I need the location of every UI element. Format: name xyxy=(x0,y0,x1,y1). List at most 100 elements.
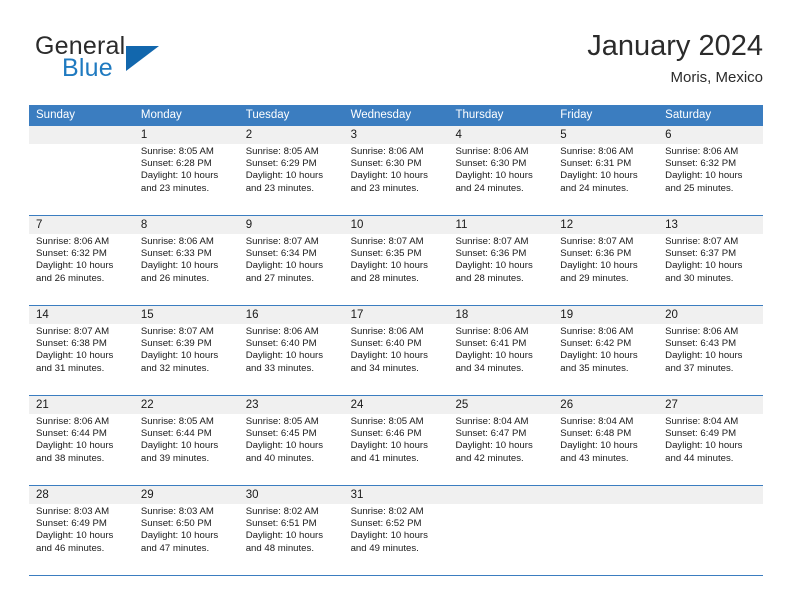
day-cell[interactable]: Sunrise: 8:06 AM Sunset: 6:30 PM Dayligh… xyxy=(344,144,449,215)
day-cell[interactable]: Sunrise: 8:06 AM Sunset: 6:32 PM Dayligh… xyxy=(29,234,134,305)
page-subtitle: Moris, Mexico xyxy=(670,69,763,86)
day-number[interactable] xyxy=(29,126,134,144)
sunrise-text: Sunrise: 8:07 AM xyxy=(140,326,214,337)
day-number[interactable]: 23 xyxy=(239,396,344,414)
daylight-text-line2: and 28 minutes. xyxy=(350,272,419,284)
sunset-text: Sunset: 6:34 PM xyxy=(245,248,317,260)
daylight-text-line1: Daylight: 10 hours xyxy=(245,260,324,272)
day-cell[interactable]: Sunrise: 8:07 AM Sunset: 6:36 PM Dayligh… xyxy=(553,234,658,305)
day-cell[interactable] xyxy=(448,504,553,575)
day-cell[interactable]: Sunrise: 8:05 AM Sunset: 6:46 PM Dayligh… xyxy=(344,414,449,485)
weekday-header-wednesday: Wednesday xyxy=(350,109,412,121)
week-row: 7 8 9 10 11 12 13 Sunrise: 8:06 AM Sunse… xyxy=(29,216,763,306)
day-cell[interactable]: Sunrise: 8:06 AM Sunset: 6:30 PM Dayligh… xyxy=(448,144,553,215)
day-number[interactable]: 8 xyxy=(134,216,239,234)
day-number[interactable]: 3 xyxy=(344,126,449,144)
title-block: January 2024 Moris, Mexico xyxy=(587,28,763,89)
day-cell[interactable]: Sunrise: 8:07 AM Sunset: 6:39 PM Dayligh… xyxy=(134,324,239,395)
day-cell[interactable]: Sunrise: 8:07 AM Sunset: 6:34 PM Dayligh… xyxy=(239,234,344,305)
day-number[interactable]: 17 xyxy=(344,306,449,324)
day-number[interactable]: 30 xyxy=(239,486,344,504)
day-number[interactable]: 26 xyxy=(553,396,658,414)
day-cell[interactable] xyxy=(29,144,134,215)
day-cell[interactable]: Sunrise: 8:05 AM Sunset: 6:29 PM Dayligh… xyxy=(239,144,344,215)
day-cell[interactable]: Sunrise: 8:06 AM Sunset: 6:32 PM Dayligh… xyxy=(658,144,763,215)
day-cell[interactable]: Sunrise: 8:04 AM Sunset: 6:49 PM Dayligh… xyxy=(658,414,763,485)
day-number[interactable]: 15 xyxy=(134,306,239,324)
day-number[interactable]: 19 xyxy=(553,306,658,324)
day-cell[interactable]: Sunrise: 8:03 AM Sunset: 6:50 PM Dayligh… xyxy=(134,504,239,575)
day-number[interactable]: 24 xyxy=(344,396,449,414)
day-cell[interactable]: Sunrise: 8:04 AM Sunset: 6:47 PM Dayligh… xyxy=(448,414,553,485)
day-cell[interactable]: Sunrise: 8:06 AM Sunset: 6:31 PM Dayligh… xyxy=(553,144,658,215)
day-number[interactable]: 27 xyxy=(658,396,763,414)
day-cell[interactable]: Sunrise: 8:06 AM Sunset: 6:40 PM Dayligh… xyxy=(344,324,449,395)
daylight-text-line2: and 46 minutes. xyxy=(36,542,105,554)
day-number[interactable]: 1 xyxy=(134,126,239,144)
day-cell[interactable] xyxy=(553,504,658,575)
daylight-text-line1: Daylight: 10 hours xyxy=(560,350,638,362)
sunset-text: Sunset: 6:41 PM xyxy=(455,338,527,350)
daylight-text-line1: Daylight: 10 hours xyxy=(140,350,219,362)
day-number[interactable]: 31 xyxy=(344,486,449,504)
day-cell[interactable]: Sunrise: 8:02 AM Sunset: 6:52 PM Dayligh… xyxy=(344,504,449,575)
sunrise-text: Sunrise: 8:04 AM xyxy=(560,416,634,427)
daylight-text-line1: Daylight: 10 hours xyxy=(455,260,533,272)
day-number[interactable]: 29 xyxy=(134,486,239,504)
day-cell[interactable]: Sunrise: 8:02 AM Sunset: 6:51 PM Dayligh… xyxy=(239,504,344,575)
sunrise-text: Sunrise: 8:05 AM xyxy=(245,146,319,157)
daylight-text-line2: and 34 minutes. xyxy=(455,362,524,374)
sunrise-text: Sunrise: 8:04 AM xyxy=(455,416,529,427)
day-cell[interactable] xyxy=(658,504,763,575)
day-number[interactable]: 21 xyxy=(29,396,134,414)
day-number[interactable]: 7 xyxy=(29,216,134,234)
day-number[interactable]: 18 xyxy=(448,306,553,324)
day-number[interactable]: 12 xyxy=(553,216,658,234)
sunset-text: Sunset: 6:36 PM xyxy=(455,248,527,260)
day-cell[interactable]: Sunrise: 8:03 AM Sunset: 6:49 PM Dayligh… xyxy=(29,504,134,575)
day-cell[interactable]: Sunrise: 8:07 AM Sunset: 6:35 PM Dayligh… xyxy=(344,234,449,305)
daylight-text-line2: and 24 minutes. xyxy=(560,182,629,194)
day-cell[interactable]: Sunrise: 8:05 AM Sunset: 6:28 PM Dayligh… xyxy=(134,144,239,215)
daylight-text-line2: and 47 minutes. xyxy=(140,542,210,554)
day-cell[interactable]: Sunrise: 8:06 AM Sunset: 6:42 PM Dayligh… xyxy=(553,324,658,395)
day-number[interactable]: 2 xyxy=(239,126,344,144)
day-cell[interactable]: Sunrise: 8:06 AM Sunset: 6:43 PM Dayligh… xyxy=(658,324,763,395)
sunset-text: Sunset: 6:31 PM xyxy=(560,158,632,170)
daylight-text-line1: Daylight: 10 hours xyxy=(245,440,324,452)
day-number[interactable]: 11 xyxy=(448,216,553,234)
day-number[interactable]: 6 xyxy=(658,126,763,144)
day-number[interactable]: 5 xyxy=(553,126,658,144)
day-cell[interactable]: Sunrise: 8:05 AM Sunset: 6:44 PM Dayligh… xyxy=(134,414,239,485)
daylight-text-line2: and 33 minutes. xyxy=(245,362,314,374)
day-number[interactable]: 4 xyxy=(448,126,553,144)
daylight-text-line2: and 39 minutes. xyxy=(140,452,210,464)
day-number[interactable]: 20 xyxy=(658,306,763,324)
day-cell[interactable]: Sunrise: 8:06 AM Sunset: 6:41 PM Dayligh… xyxy=(448,324,553,395)
day-cell[interactable]: Sunrise: 8:06 AM Sunset: 6:33 PM Dayligh… xyxy=(134,234,239,305)
day-cell[interactable]: Sunrise: 8:05 AM Sunset: 6:45 PM Dayligh… xyxy=(239,414,344,485)
day-number[interactable]: 10 xyxy=(344,216,449,234)
sunset-text: Sunset: 6:50 PM xyxy=(140,518,212,530)
day-number[interactable]: 22 xyxy=(134,396,239,414)
day-number[interactable]: 25 xyxy=(448,396,553,414)
day-cell[interactable]: Sunrise: 8:06 AM Sunset: 6:40 PM Dayligh… xyxy=(239,324,344,395)
day-cell[interactable]: Sunrise: 8:04 AM Sunset: 6:48 PM Dayligh… xyxy=(553,414,658,485)
day-cell[interactable]: Sunrise: 8:07 AM Sunset: 6:36 PM Dayligh… xyxy=(448,234,553,305)
day-cell[interactable]: Sunrise: 8:06 AM Sunset: 6:44 PM Dayligh… xyxy=(29,414,134,485)
day-number[interactable]: 14 xyxy=(29,306,134,324)
day-number[interactable]: 28 xyxy=(29,486,134,504)
day-number[interactable]: 13 xyxy=(658,216,763,234)
day-cell[interactable]: Sunrise: 8:07 AM Sunset: 6:37 PM Dayligh… xyxy=(658,234,763,305)
day-number[interactable]: 9 xyxy=(239,216,344,234)
daylight-text-line2: and 26 minutes. xyxy=(36,272,105,284)
sunrise-text: Sunrise: 8:07 AM xyxy=(350,236,424,247)
day-number[interactable] xyxy=(658,486,763,504)
daylight-text-line2: and 44 minutes. xyxy=(665,452,734,464)
day-cell[interactable]: Sunrise: 8:07 AM Sunset: 6:38 PM Dayligh… xyxy=(29,324,134,395)
day-number[interactable] xyxy=(553,486,658,504)
day-number[interactable] xyxy=(448,486,553,504)
general-blue-logo[interactable]: General Blue xyxy=(29,32,259,88)
day-number[interactable]: 16 xyxy=(239,306,344,324)
daylight-text-line1: Daylight: 10 hours xyxy=(560,440,638,452)
